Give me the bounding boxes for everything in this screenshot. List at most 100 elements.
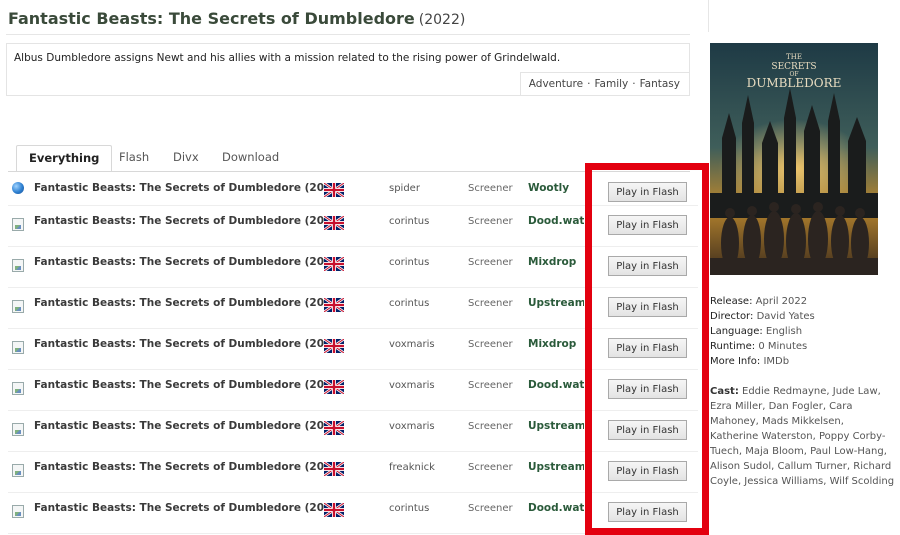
more-info-line: More Info: IMDb xyxy=(710,354,895,369)
link-title[interactable]: Fantastic Beasts: The Secrets of Dumbled… xyxy=(34,297,343,309)
link-title[interactable]: Fantastic Beasts: The Secrets of Dumbled… xyxy=(34,502,343,514)
svg-text:THE: THE xyxy=(786,53,802,61)
broken-image-icon xyxy=(12,218,26,232)
host-link[interactable]: Wootly xyxy=(528,182,584,194)
quality-label: Screener xyxy=(468,298,513,309)
quality-label: Screener xyxy=(468,380,513,391)
host-link[interactable]: Mixdrop xyxy=(528,256,584,268)
quality-label: Screener xyxy=(468,339,513,350)
cast-block: Cast: Eddie Redmayne, Jude Law, Ezra Mil… xyxy=(710,384,895,489)
genre-tag[interactable]: Family xyxy=(594,78,628,90)
genre-tag[interactable]: Adventure xyxy=(529,78,583,90)
uploader-name: freaknick xyxy=(389,462,435,473)
link-title[interactable]: Fantastic Beasts: The Secrets of Dumbled… xyxy=(34,379,343,391)
broken-image-icon xyxy=(12,259,26,273)
uploader-name: corintus xyxy=(389,298,430,309)
host-link[interactable]: Dood.watch xyxy=(528,379,584,391)
link-row: Fantastic Beasts: The Secrets of Dumbled… xyxy=(8,172,698,206)
link-title[interactable]: Fantastic Beasts: The Secrets of Dumbled… xyxy=(34,215,343,227)
cast-list: Eddie Redmayne, Jude Law, Ezra Miller, D… xyxy=(710,386,895,487)
sidebar-divider xyxy=(708,0,709,32)
release-value: April 2022 xyxy=(755,296,808,307)
uploader-name: spider xyxy=(389,183,420,194)
movie-poster[interactable]: THE SECRETS OF DUMBLEDORE xyxy=(710,43,878,275)
globe-icon xyxy=(12,182,26,196)
uploader-name: voxmaris xyxy=(389,339,435,350)
link-row: Fantastic Beasts: The Secrets of Dumbled… xyxy=(8,205,698,247)
host-link[interactable]: Upstream xyxy=(528,297,584,309)
director-label: Director: xyxy=(710,311,754,322)
play-in-flash-button[interactable]: Play in Flash xyxy=(608,297,687,317)
release-label: Release: xyxy=(710,296,753,307)
broken-image-icon xyxy=(12,382,26,396)
play-in-flash-button[interactable]: Play in Flash xyxy=(608,182,687,202)
movie-info: Release: April 2022 Director: David Yate… xyxy=(710,294,895,489)
language-label: Language: xyxy=(710,326,763,337)
language-value: English xyxy=(765,326,803,337)
broken-image-icon xyxy=(12,505,26,519)
link-row: Fantastic Beasts: The Secrets of Dumbled… xyxy=(8,492,698,534)
movie-title: Fantastic Beasts: The Secrets of Dumbled… xyxy=(8,9,415,28)
play-in-flash-button[interactable]: Play in Flash xyxy=(608,502,687,522)
play-in-flash-button[interactable]: Play in Flash xyxy=(608,461,687,481)
link-row: Fantastic Beasts: The Secrets of Dumbled… xyxy=(8,246,698,288)
cast-label: Cast: xyxy=(710,386,739,397)
quality-label: Screener xyxy=(468,503,513,514)
uploader-name: corintus xyxy=(389,503,430,514)
source-tabs: Everything Flash Divx Download xyxy=(16,145,690,172)
tab-divx[interactable]: Divx xyxy=(161,145,211,171)
play-in-flash-button[interactable]: Play in Flash xyxy=(608,379,687,399)
play-in-flash-button[interactable]: Play in Flash xyxy=(608,420,687,440)
page-title: Fantastic Beasts: The Secrets of Dumbled… xyxy=(8,9,465,28)
uk-flag-icon xyxy=(323,501,345,519)
synopsis-box: Albus Dumbledore assigns Newt and his al… xyxy=(6,43,690,96)
uk-flag-icon xyxy=(323,296,345,314)
quality-label: Screener xyxy=(468,421,513,432)
host-link[interactable]: Dood.watch xyxy=(528,215,584,227)
uk-flag-icon xyxy=(323,337,345,355)
release-line: Release: April 2022 xyxy=(710,294,895,309)
host-link[interactable]: Upstream xyxy=(528,461,584,473)
broken-image-icon xyxy=(12,341,26,355)
quality-label: Screener xyxy=(468,462,513,473)
uploader-name: voxmaris xyxy=(389,380,435,391)
link-title[interactable]: Fantastic Beasts: The Secrets of Dumbled… xyxy=(34,461,343,473)
uploader-name: corintus xyxy=(389,257,430,268)
movie-year: (2022) xyxy=(418,12,466,28)
host-link[interactable]: Mixdrop xyxy=(528,338,584,350)
host-link[interactable]: Dood.watch xyxy=(528,502,584,514)
poster-image: THE SECRETS OF DUMBLEDORE xyxy=(710,43,878,275)
link-row: Fantastic Beasts: The Secrets of Dumbled… xyxy=(8,287,698,329)
imdb-link[interactable]: IMDb xyxy=(763,356,789,367)
quality-label: Screener xyxy=(468,257,513,268)
more-info-label: More Info: xyxy=(710,356,761,367)
play-in-flash-button[interactable]: Play in Flash xyxy=(608,256,687,276)
broken-image-icon xyxy=(12,464,26,478)
play-in-flash-button[interactable]: Play in Flash xyxy=(608,338,687,358)
quality-label: Screener xyxy=(468,216,513,227)
play-in-flash-button[interactable]: Play in Flash xyxy=(608,215,687,235)
link-title[interactable]: Fantastic Beasts: The Secrets of Dumbled… xyxy=(34,420,343,432)
broken-image-icon xyxy=(12,423,26,437)
uk-flag-icon xyxy=(323,255,345,273)
genre-list: Adventure · Family · Fantasy xyxy=(519,72,689,96)
link-row: Fantastic Beasts: The Secrets of Dumbled… xyxy=(8,410,698,452)
broken-image-icon xyxy=(12,300,26,314)
runtime-value: 0 Minutes xyxy=(758,341,808,352)
tab-flash[interactable]: Flash xyxy=(107,145,161,171)
host-link[interactable]: Upstream xyxy=(528,420,584,432)
runtime-label: Runtime: xyxy=(710,341,756,352)
link-title[interactable]: Fantastic Beasts: The Secrets of Dumbled… xyxy=(34,338,343,350)
tab-download[interactable]: Download xyxy=(210,145,291,171)
title-divider xyxy=(6,34,690,35)
uk-flag-icon xyxy=(323,419,345,437)
link-row: Fantastic Beasts: The Secrets of Dumbled… xyxy=(8,451,698,493)
link-row: Fantastic Beasts: The Secrets of Dumbled… xyxy=(8,328,698,370)
tab-everything[interactable]: Everything xyxy=(16,145,113,172)
genre-tag[interactable]: Fantasy xyxy=(640,78,680,90)
uploader-name: corintus xyxy=(389,216,430,227)
svg-text:DUMBLEDORE: DUMBLEDORE xyxy=(747,76,842,90)
link-title[interactable]: Fantastic Beasts: The Secrets of Dumbled… xyxy=(34,182,343,194)
director-value[interactable]: David Yates xyxy=(757,311,815,322)
link-title[interactable]: Fantastic Beasts: The Secrets of Dumbled… xyxy=(34,256,343,268)
